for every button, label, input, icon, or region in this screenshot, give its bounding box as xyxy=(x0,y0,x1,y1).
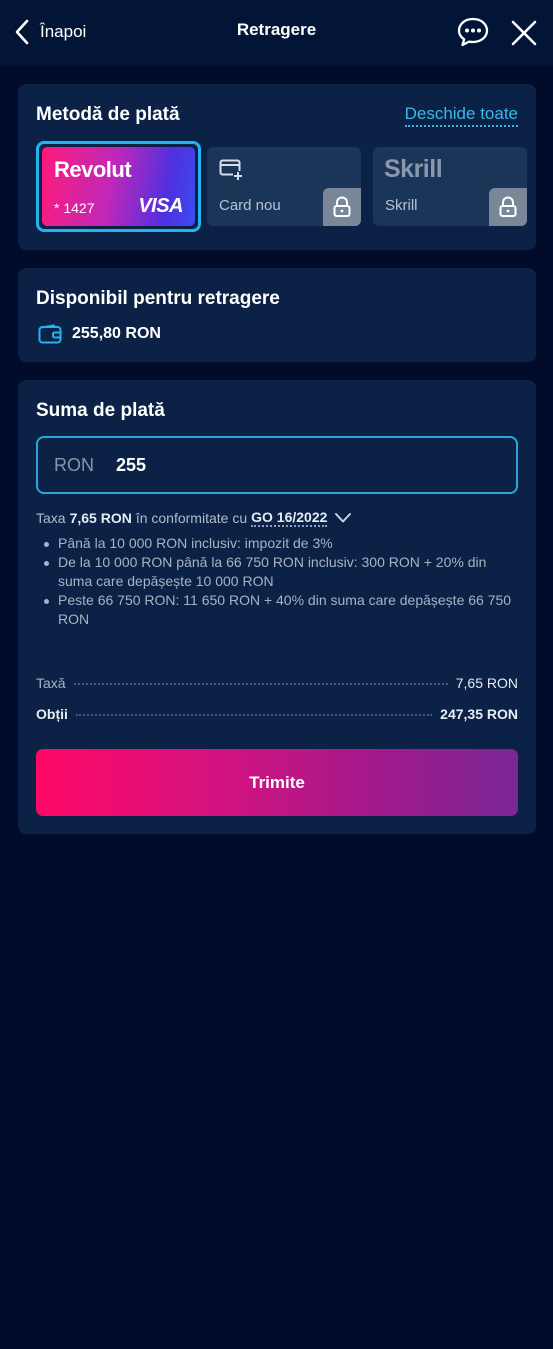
top-bar: Înapoi Retragere xyxy=(0,0,553,66)
method-revolut-card[interactable]: Revolut * 1427 VISA xyxy=(36,141,201,232)
method-skrill[interactable]: Skrill Skrill xyxy=(373,147,527,226)
revolut-card-face: Revolut * 1427 VISA xyxy=(42,147,195,226)
wallet-icon xyxy=(38,324,62,344)
available-title: Disponibil pentru retragere xyxy=(36,288,280,309)
tax-law-link[interactable]: GO 16/2022 xyxy=(251,509,328,527)
dotted-leader xyxy=(75,714,433,716)
submit-button[interactable]: Trimite xyxy=(36,749,518,816)
lock-icon xyxy=(333,196,351,217)
available-amount: 255,80 RON xyxy=(72,325,161,342)
payment-method-title: Metodă de plată xyxy=(36,104,180,125)
chevron-down-icon[interactable] xyxy=(334,512,352,524)
close-icon[interactable] xyxy=(508,17,540,49)
chat-icon[interactable] xyxy=(456,16,490,48)
payment-sum-title: Suma de plată xyxy=(36,400,165,421)
tax-prefix: Taxa xyxy=(36,510,66,526)
total-label: Obții xyxy=(36,706,68,722)
total-row: Obții 247,35 RON xyxy=(36,706,518,722)
list-item: Până la 10 000 RON inclusiv: impozit de … xyxy=(44,534,518,553)
payment-method-card: Metodă de plată Deschide toate Revolut *… xyxy=(18,84,536,250)
lock-badge xyxy=(489,188,527,226)
list-item: De la 10 000 RON până la 66 750 RON incl… xyxy=(44,553,518,591)
amount-input[interactable] xyxy=(116,454,496,476)
skrill-logo: Skrill xyxy=(384,155,443,183)
available-balance-card: Disponibil pentru retragere 255,80 RON xyxy=(18,268,536,362)
fee-value: 7,65 RON xyxy=(455,675,518,691)
visa-logo: VISA xyxy=(138,195,183,217)
tax-rules-list: Până la 10 000 RON inclusiv: impozit de … xyxy=(44,534,518,629)
currency-prefix: RON xyxy=(54,454,94,475)
add-card-icon xyxy=(219,159,243,181)
tax-middle: în conformitate cu xyxy=(135,510,248,526)
fee-row: Taxă 7,65 RON xyxy=(36,675,518,691)
card-number: * 1427 xyxy=(54,200,95,216)
open-all-link[interactable]: Deschide toate xyxy=(404,104,518,127)
tax-amount: 7,65 RON xyxy=(69,510,132,526)
new-card-label: Card nou xyxy=(219,197,281,214)
lock-badge xyxy=(323,188,361,226)
total-value: 247,35 RON xyxy=(440,706,518,722)
list-item: Peste 66 750 RON: 11 650 RON + 40% din s… xyxy=(44,591,518,629)
fee-label: Taxă xyxy=(36,675,66,691)
amount-field[interactable]: RON xyxy=(36,436,518,494)
method-new-card[interactable]: Card nou xyxy=(207,147,361,226)
dotted-leader xyxy=(73,683,448,685)
revolut-logo: Revolut xyxy=(54,157,132,182)
skrill-label: Skrill xyxy=(385,197,418,214)
payment-sum-card: Suma de plată RON Taxa 7,65 RON în confo… xyxy=(18,380,536,834)
lock-icon xyxy=(499,196,517,217)
tax-info: Taxa 7,65 RON în conformitate cu GO 16/2… xyxy=(36,509,352,527)
